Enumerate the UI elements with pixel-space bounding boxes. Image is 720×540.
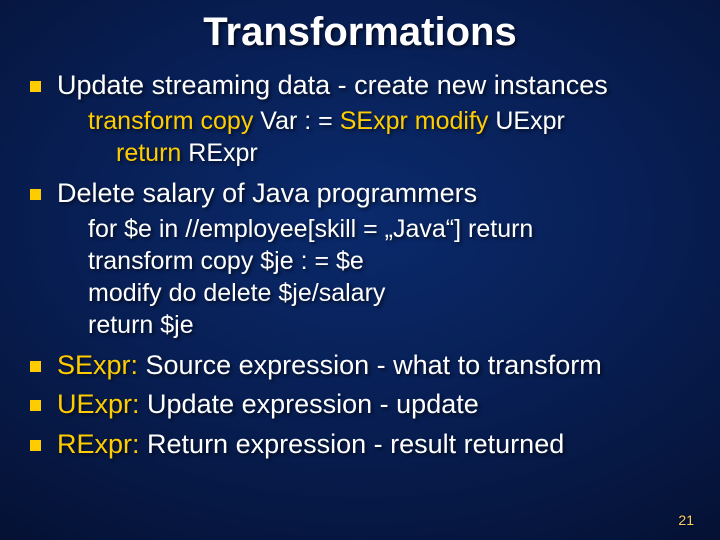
bullet-icon [30, 361, 41, 372]
sub-line: for $e in //employee[skill = „Java“] ret… [30, 213, 700, 245]
slide-body: Update streaming data - create new insta… [0, 69, 720, 462]
sub-line: transform copy Var : = SExpr modify UExp… [30, 105, 700, 137]
slide-title: Transformations [0, 0, 720, 55]
bullet-icon [30, 440, 41, 451]
bullet-group: SExpr: Source expression - what to trans… [30, 349, 700, 383]
bullet-text: SExpr: Source expression - what to trans… [57, 349, 602, 383]
page-number: 21 [678, 512, 694, 528]
bullet-item: Delete salary of Java programmers [30, 177, 700, 211]
bullet-text: RExpr: Return expression - result return… [57, 428, 564, 462]
bullet-group: Delete salary of Java programmersfor $e … [30, 177, 700, 341]
bullet-group: UExpr: Update expression - update [30, 388, 700, 422]
bullet-icon [30, 189, 41, 200]
sub-line: transform copy $je : = $e [30, 245, 700, 277]
sub-line: modify do delete $je/salary [30, 277, 700, 309]
sub-line: return RExpr [30, 137, 700, 169]
bullet-group: Update streaming data - create new insta… [30, 69, 700, 169]
sub-line: return $je [30, 309, 700, 341]
bullet-item: UExpr: Update expression - update [30, 388, 700, 422]
bullet-text: UExpr: Update expression - update [57, 388, 479, 422]
bullet-group: RExpr: Return expression - result return… [30, 428, 700, 462]
bullet-icon [30, 81, 41, 92]
bullet-text: Delete salary of Java programmers [57, 177, 477, 211]
bullet-text: Update streaming data - create new insta… [57, 69, 608, 103]
slide: Transformations Update streaming data - … [0, 0, 720, 540]
bullet-item: SExpr: Source expression - what to trans… [30, 349, 700, 383]
bullet-item: RExpr: Return expression - result return… [30, 428, 700, 462]
bullet-item: Update streaming data - create new insta… [30, 69, 700, 103]
bullet-icon [30, 400, 41, 411]
